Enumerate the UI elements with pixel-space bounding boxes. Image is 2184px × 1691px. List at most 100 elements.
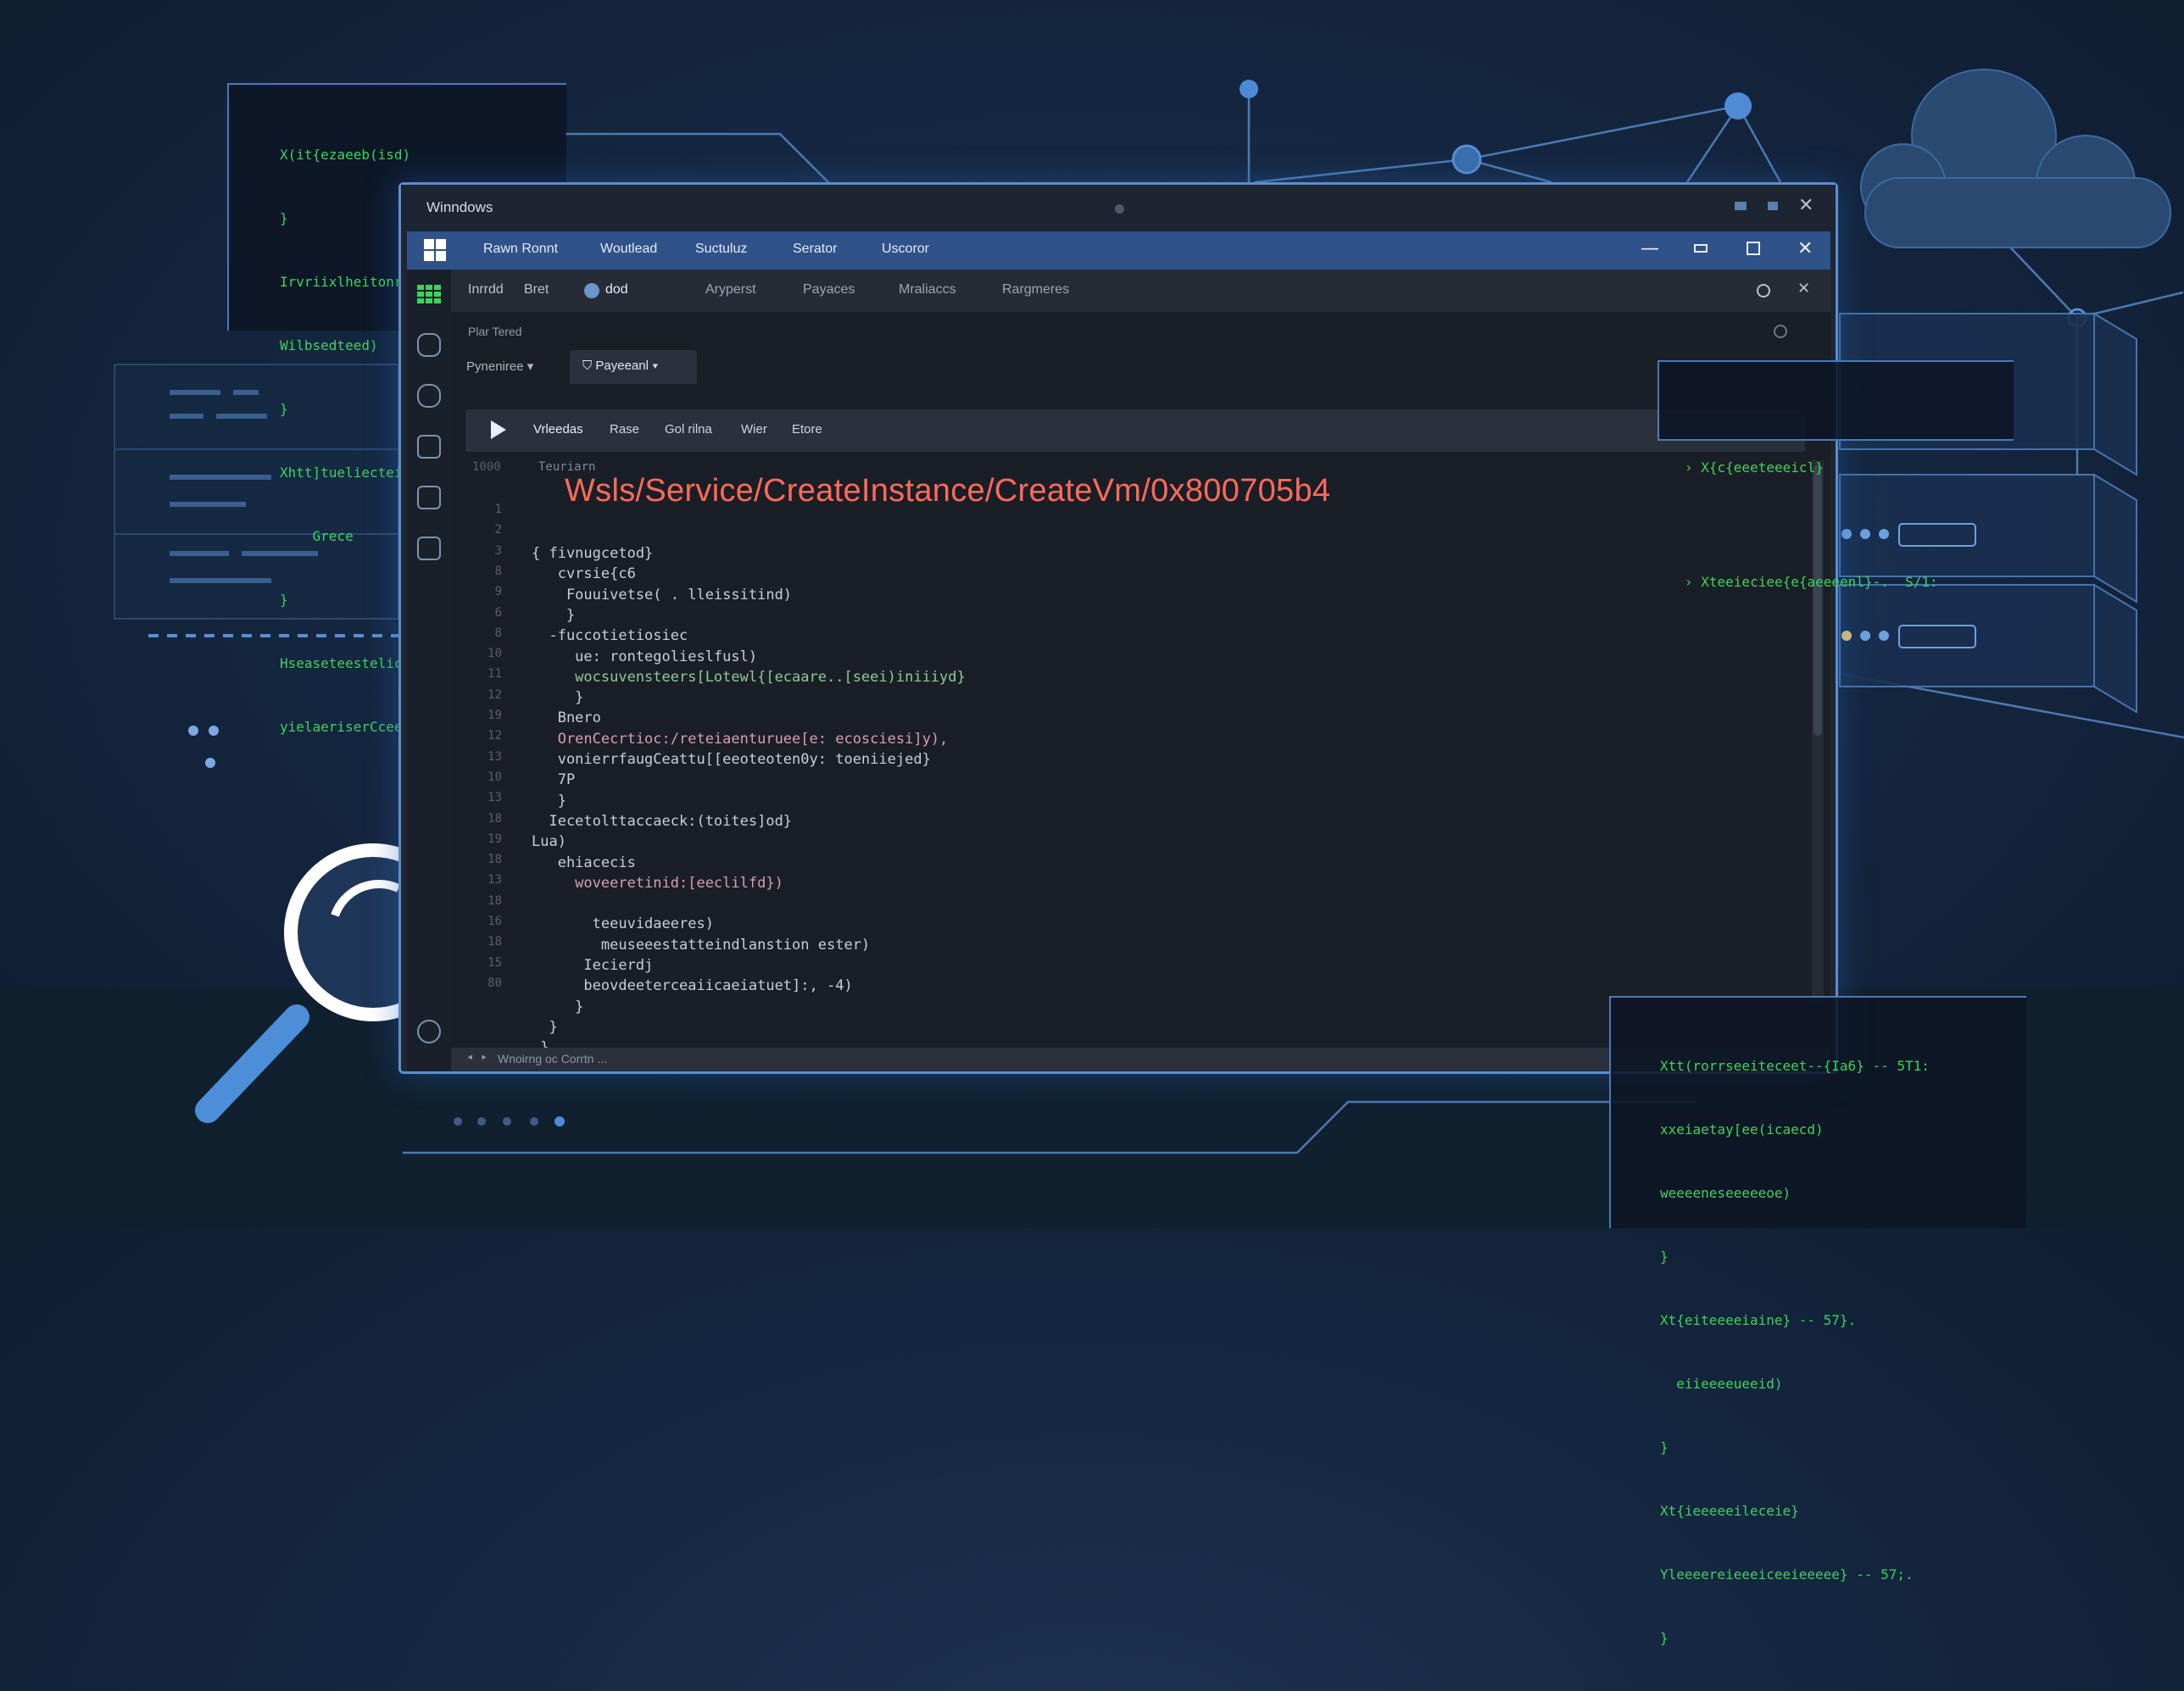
toolbar-item[interactable]: Rargmeres	[1002, 282, 1069, 298]
line-number: 18	[488, 893, 502, 908]
toolbar-item[interactable]: Aryperst	[705, 282, 756, 298]
line-number: 8	[494, 564, 502, 578]
title-dot	[1115, 204, 1124, 214]
side-rail	[407, 270, 451, 1071]
terminal-line: }	[1660, 1249, 1669, 1265]
terminal-line: xxeiaetay[ee(icaecd)	[1660, 1121, 1824, 1138]
editor-header-label: Teuriarn	[538, 460, 596, 474]
run-bar: Vrleedas Rase Gol rilna Wier Etore	[465, 409, 1805, 452]
db-icon[interactable]	[417, 384, 441, 408]
breadcrumb: Plar Tered	[468, 325, 522, 338]
code-line: -fuccotietiosiec	[532, 627, 688, 645]
tab-item[interactable]: Pyneniree ▾	[466, 359, 533, 374]
code-line: { fivnugcetod}	[532, 545, 654, 562]
mail-icon[interactable]	[417, 486, 441, 509]
code-line: }	[532, 689, 584, 707]
maximize-icon[interactable]	[1768, 202, 1778, 210]
toolbar: Inrrdd Bret dod Aryperst Payaces Mraliac…	[451, 270, 1830, 312]
run-bar-item[interactable]: Gol rilna	[665, 422, 712, 437]
code-line: woveeretinid:[eeclilfd})	[532, 874, 783, 892]
run-bar-item[interactable]: Rase	[610, 422, 639, 437]
code-line: OrenCecrtioc:/reteiaenturuee[e: ecoscies…	[532, 730, 949, 748]
line-number: 19	[488, 832, 502, 846]
grid-app-icon[interactable]	[417, 281, 443, 305]
terminal-line: Xt{eiteeeeiaine} -- 57}.	[1660, 1312, 1857, 1328]
error-path: Wsls/Service/CreateInstance/CreateVm/0x8…	[565, 473, 1331, 509]
maximize-icon[interactable]	[1747, 242, 1760, 255]
code-line: Bnero	[532, 709, 601, 727]
run-bar-item[interactable]: Wier	[741, 422, 767, 437]
outer-title-bar: Winndows ✕	[401, 185, 1836, 231]
code-line: wocsuvensteers[Lotewl{[ecaare..[seei)ini…	[532, 668, 966, 686]
windows-logo-icon[interactable]	[424, 239, 446, 261]
run-bar-item[interactable]: Vrleedas	[533, 422, 583, 437]
line-number: 9	[494, 585, 502, 599]
line-number: 1	[494, 503, 502, 516]
cloud-icon	[1860, 69, 2171, 248]
status-text: Wnoirng oc Corrtn ...	[498, 1052, 608, 1065]
right-popup-line[interactable]: › Xteeieciee{e{aeeeenl}-. S/1:	[1685, 563, 1938, 601]
line-number: 18	[488, 935, 502, 949]
status-dot-icon	[584, 283, 599, 298]
line-number: 18	[488, 853, 502, 867]
menu-item[interactable]: Uscoror	[882, 242, 929, 257]
outer-window-title: Winndows	[426, 199, 493, 215]
line-number: 13	[488, 873, 502, 887]
code-line: }	[532, 606, 576, 624]
right-popup-line[interactable]: › X{c{eeeteeeicl}	[1685, 448, 1938, 487]
doc-icon[interactable]	[417, 537, 441, 560]
line-number: 13	[488, 749, 502, 764]
line-number: 16	[488, 915, 502, 928]
line-number: 8	[494, 626, 502, 640]
terminal-line: Xtt(rorrseeiteceet--{Ia6} -- 5T1:	[1660, 1058, 1930, 1074]
terminal-line: Yleeeereieeeiceeieeeee} -- 57;.	[1660, 1566, 1914, 1583]
code-line: Iecierdj	[532, 957, 654, 974]
line-number: 11	[488, 667, 502, 681]
terminal-line: Xt{ieeeeeileceie}	[1660, 1503, 1799, 1519]
code-line: }	[532, 998, 584, 1015]
line-number: 80	[488, 976, 502, 990]
play-icon[interactable]	[491, 420, 506, 439]
code-line: meuseeestatteindlanstion ester)	[532, 936, 871, 954]
file-icon[interactable]	[417, 435, 441, 459]
close-icon[interactable]: ✕	[1797, 280, 1810, 298]
line-number: 3	[494, 543, 502, 558]
line-number: 6	[494, 605, 502, 620]
close-icon[interactable]: ✕	[1798, 195, 1814, 216]
right-popup-text: Xteeieciee{e{aeeeenl}-. S/1:	[1701, 574, 1938, 590]
terminal-line: weeeeneseeeeeoe)	[1660, 1185, 1791, 1201]
app-menu-bar: Rawn Ronnt Woutlead Suctuluz Serator Usc…	[407, 231, 1830, 270]
code-line: Lua)	[532, 833, 566, 851]
circle-icon[interactable]	[1757, 284, 1770, 298]
toolbar-item[interactable]: Mraliaccs	[899, 282, 956, 298]
line-number: 15	[488, 955, 502, 970]
minimize-icon[interactable]: —	[1641, 238, 1659, 259]
folder-icon[interactable]	[417, 333, 441, 357]
tab-item-active[interactable]: ⛉ Payeeanl ▾	[582, 359, 658, 373]
toolbar-item[interactable]: Inrrdd	[468, 282, 504, 298]
close-icon[interactable]: ✕	[1797, 238, 1813, 259]
code-line: Fouuivetse( . lleissitind)	[532, 586, 793, 604]
status-arrows-icon[interactable]: ◂ ▸	[466, 1050, 488, 1064]
settings-icon[interactable]	[417, 1020, 441, 1043]
run-bar-item[interactable]: Etore	[792, 422, 822, 437]
toolbar-item[interactable]: Payaces	[803, 282, 855, 298]
main-window: Winndows ✕ Rawn Ronnt Woutlead Suctuluz …	[398, 182, 1838, 1074]
line-number: 19	[488, 709, 502, 722]
code-line: cvrsie{c6	[532, 565, 636, 583]
editor-header-number: 1000	[472, 460, 501, 474]
code-line: vonierrfaugCeattu[[eeoteoten0y: toeniiej…	[532, 751, 931, 768]
menu-item[interactable]: Serator	[793, 242, 837, 257]
menu-item[interactable]: Rawn Ronnt	[483, 242, 558, 257]
menu-item[interactable]: Woutlead	[600, 242, 657, 257]
code-line: }	[532, 1018, 558, 1036]
restore-icon[interactable]	[1694, 244, 1708, 253]
toolbar-item[interactable]: Bret	[524, 282, 549, 298]
menu-item[interactable]: Suctuluz	[695, 242, 747, 257]
refresh-icon[interactable]	[1774, 325, 1787, 338]
right-popup-panel: › X{c{eeeteeeicl} › Xteeieciee{e{aeeeenl…	[1658, 360, 2014, 590]
terminal-line: }	[1660, 1630, 1669, 1646]
toolbar-item[interactable]: dod	[605, 282, 628, 298]
line-number: 10	[488, 770, 502, 784]
minimize-icon[interactable]	[1735, 202, 1747, 210]
